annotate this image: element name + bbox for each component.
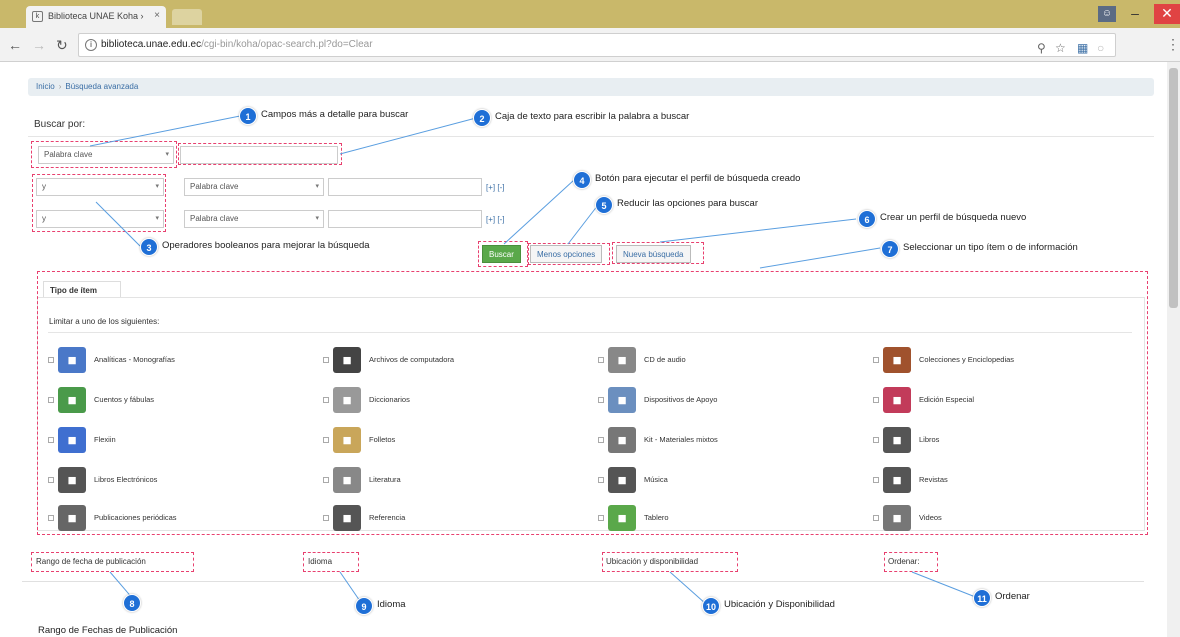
annotation-number-badge: 2 (473, 109, 491, 127)
select-value: Palabra clave (190, 214, 239, 223)
highlight-box-4 (478, 241, 528, 267)
reload-icon[interactable]: ↻ (56, 37, 68, 54)
search-by-label: Buscar por: (34, 119, 86, 130)
add-remove-row-links[interactable]: [+] [-] (486, 183, 504, 192)
zoom-icon[interactable]: ⚲ (1037, 37, 1046, 59)
close-window-icon[interactable]: ✕ (1154, 4, 1180, 24)
highlight-box-11 (884, 552, 938, 572)
back-arrow-icon[interactable]: ← (8, 37, 22, 53)
bookmark-star-icon[interactable]: ☆ (1055, 37, 1066, 59)
scrollbar-thumb[interactable] (1169, 68, 1178, 308)
leader-line-10 (669, 571, 707, 605)
caret-down-icon: ▾ (315, 215, 319, 222)
leader-line-4 (503, 179, 575, 245)
url-host: biblioteca.unae.edu.ec (101, 39, 202, 50)
user-profile-icon[interactable]: ☺ (1098, 6, 1116, 22)
minimize-icon[interactable]: – (1122, 4, 1148, 24)
annotation-note: Crear un perfil de búsqueda nuevo (880, 212, 1027, 223)
highlight-box-5 (528, 243, 610, 265)
url-path: /cgi-bin/koha/opac-search.pl?do=Clear (201, 39, 373, 50)
annotation-note: Ubicación y Disponibilidad (724, 599, 835, 610)
tab-title: Biblioteca UNAE Koha › (48, 11, 144, 21)
annotation-number-badge: 10 (702, 597, 720, 615)
highlight-box-3 (32, 174, 166, 232)
annotation-note: Reducir las opciones para buscar (617, 198, 758, 209)
extension-icon[interactable]: ▦ (1077, 37, 1088, 59)
browser-titlebar: k Biblioteca UNAE Koha › × ☺ – □ ✕ (0, 0, 1180, 28)
leader-line-11 (911, 571, 979, 599)
annotation-note: Caja de texto para escribir la palabra a… (495, 111, 690, 122)
browser-tab[interactable]: k Biblioteca UNAE Koha › × (26, 6, 166, 28)
leader-line-7 (759, 247, 881, 269)
annotation-number-badge: 3 (140, 238, 158, 256)
annotation-note: Campos más a detalle para buscar (261, 109, 409, 120)
search-field-select-3[interactable]: Palabra clave ▾ (184, 210, 324, 228)
tab-close-icon[interactable]: × (154, 10, 160, 21)
annotation-number-badge: 8 (123, 594, 141, 612)
annotation-number-badge: 5 (595, 196, 613, 214)
annotation-number-badge: 4 (573, 171, 591, 189)
highlight-box-6 (612, 242, 704, 264)
info-icon[interactable]: i (85, 39, 97, 51)
search-term-input-3[interactable] (328, 210, 482, 228)
annotation-note: Operadores booleanos para mejorar la bús… (162, 240, 370, 251)
annotation-note: Botón para ejecutar el perfil de búsqued… (595, 173, 801, 184)
annotation-number-badge: 1 (239, 107, 257, 125)
select-value: Palabra clave (190, 182, 239, 191)
leader-line-6 (659, 218, 857, 243)
breadcrumb-current-link[interactable]: Búsqueda avanzada (65, 82, 138, 91)
browser-menu-icon[interactable]: ⋮ (1166, 36, 1180, 53)
annotation-note: Rango de Fechas de Publicación (38, 625, 178, 636)
highlight-box-10 (602, 552, 738, 572)
annotation-number-badge: 7 (881, 240, 899, 258)
search-term-input-2[interactable] (328, 178, 482, 196)
annotation-number-badge: 6 (858, 210, 876, 228)
address-bar[interactable]: i biblioteca.unae.edu.ec/cgi-bin/koha/op… (78, 33, 1116, 57)
annotation-note: Seleccionar un tipo ítem o de informació… (903, 242, 1078, 253)
annotation-number-badge: 9 (355, 597, 373, 615)
search-field-select-2[interactable]: Palabra clave ▾ (184, 178, 324, 196)
new-tab-button[interactable] (172, 9, 202, 25)
highlight-box-1 (31, 141, 177, 168)
koha-favicon-icon: k (32, 11, 43, 22)
leader-line-5 (567, 204, 599, 245)
divider (22, 581, 1144, 582)
highlight-box-2 (178, 143, 342, 165)
page-scrollbar[interactable] (1167, 62, 1180, 637)
highlight-box-7 (37, 271, 1148, 535)
breadcrumb-home-link[interactable]: Inicio (36, 82, 55, 91)
annotation-note: Ordenar (995, 591, 1030, 602)
caret-down-icon: ▾ (315, 183, 319, 190)
add-remove-row-links[interactable]: [+] [-] (486, 215, 504, 224)
highlight-box-9 (303, 552, 359, 572)
forward-arrow-icon[interactable]: → (32, 37, 46, 53)
annotation-note: Idioma (377, 599, 406, 610)
extension-circle-icon[interactable]: ○ (1097, 37, 1104, 59)
browser-toolbar: ← → ↻ i biblioteca.unae.edu.ec/cgi-bin/k… (0, 28, 1180, 62)
divider (28, 136, 1154, 137)
highlight-box-8 (31, 552, 194, 572)
annotation-number-badge: 11 (973, 589, 991, 607)
breadcrumb: Inicio › Búsqueda avanzada (28, 78, 1154, 96)
